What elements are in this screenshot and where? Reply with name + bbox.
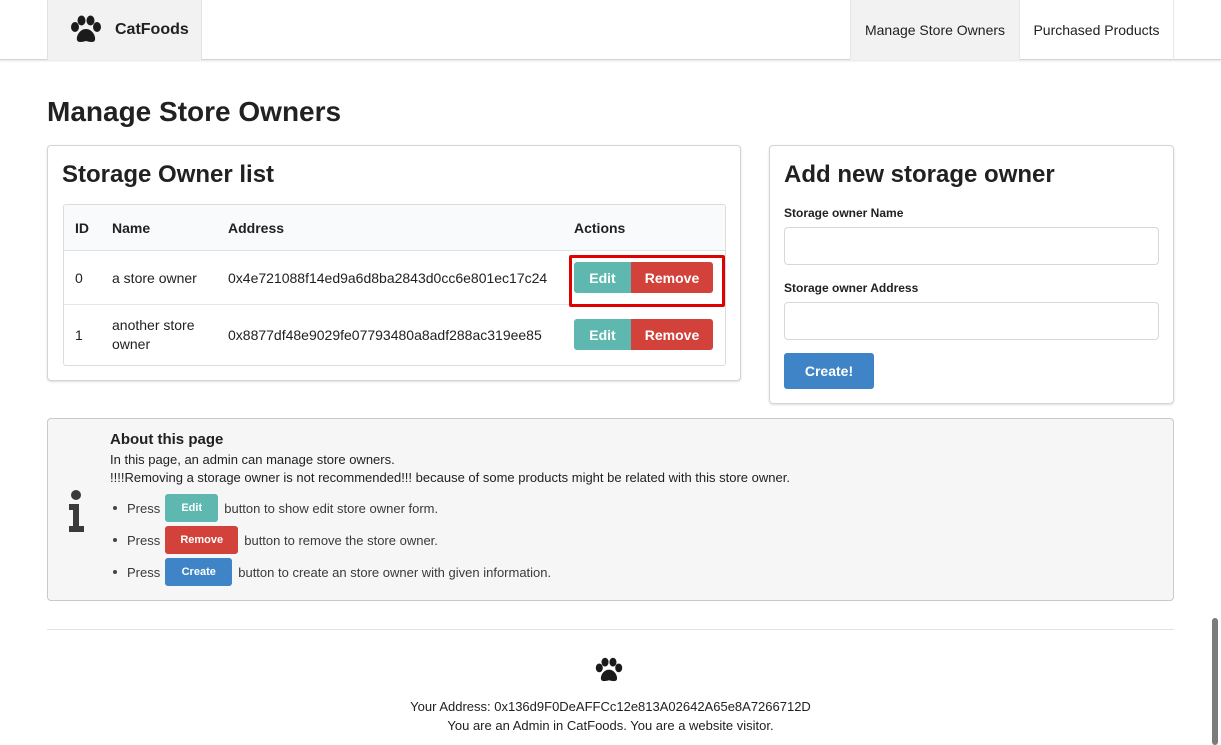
- row-address: 0x8877df48e9029fe07793480a8adf288ac319ee…: [228, 327, 542, 343]
- row-name: a store owner: [112, 269, 197, 286]
- bullet-text: button to create an store owner with giv…: [238, 564, 552, 580]
- add-owner-panel: Add new storage owner Storage owner Name…: [769, 145, 1174, 404]
- top-menu: CatFoods Manage Store Owners Purchased P…: [0, 0, 1221, 60]
- list-item: Press Remove button to remove the store …: [110, 525, 438, 555]
- owner-list-title: Storage Owner list: [62, 161, 275, 188]
- highlight-box: [569, 255, 725, 307]
- column-header-name: Name: [112, 220, 151, 236]
- row-name: another store owner: [112, 317, 195, 352]
- nav-manage-store-owners[interactable]: Manage Store Owners: [850, 0, 1019, 60]
- column-header-address: Address: [228, 220, 285, 236]
- bullet-icon: [113, 570, 117, 574]
- owner-address-input[interactable]: [784, 302, 1159, 340]
- owner-name-input[interactable]: [784, 227, 1159, 265]
- bullet-text: button to remove the store owner.: [244, 532, 438, 548]
- table-row: 1 another store owner 0x8877df48e9029fe0…: [64, 305, 725, 365]
- table-header: ID Name Address Actions: [64, 205, 725, 251]
- page-title: Manage Store Owners: [47, 96, 342, 127]
- bullet-icon: [113, 538, 117, 542]
- column-header-actions: Actions: [574, 220, 626, 236]
- press-text: Press: [127, 500, 161, 516]
- list-item: Press Edit button to show edit store own…: [110, 493, 438, 523]
- nav-purchased-products[interactable]: Purchased Products: [1019, 0, 1174, 60]
- edit-sample-button: Edit: [165, 494, 219, 522]
- row-id: 1: [75, 327, 83, 343]
- about-warning: !!!!Removing a storage owner is not reco…: [110, 470, 790, 485]
- add-owner-title: Add new storage owner: [784, 161, 1055, 188]
- create-sample-button: Create: [165, 558, 233, 586]
- brand-name: CatFoods: [115, 21, 189, 38]
- owner-address-label: Storage owner Address: [784, 281, 919, 295]
- paw-icon: [595, 657, 623, 682]
- column-header-id: ID: [75, 220, 89, 236]
- about-header: About this page: [110, 431, 224, 448]
- create-button[interactable]: Create!: [784, 353, 874, 389]
- row-id: 0: [75, 269, 83, 286]
- row-actions: Edit Remove: [574, 319, 713, 350]
- remove-button[interactable]: Remove: [631, 319, 713, 350]
- about-message: About this page In this page, an admin c…: [47, 418, 1174, 601]
- bullet-text: button to show edit store owner form.: [224, 500, 439, 516]
- bullet-icon: [113, 506, 117, 510]
- press-text: Press: [127, 564, 161, 580]
- scrollbar-thumb[interactable]: [1212, 618, 1218, 745]
- remove-sample-button: Remove: [165, 526, 239, 554]
- owner-name-label: Storage owner Name: [784, 206, 904, 220]
- list-item: Press Create button to create an store o…: [110, 557, 551, 587]
- brand-link[interactable]: CatFoods: [47, 0, 202, 60]
- about-description: In this page, an admin can manage store …: [110, 452, 395, 467]
- paw-icon: [71, 15, 101, 42]
- info-icon: [69, 490, 84, 532]
- edit-button[interactable]: Edit: [574, 319, 631, 350]
- footer-role: You are an Admin in CatFoods. You are a …: [447, 718, 774, 733]
- row-address: 0x4e721088f14ed9a6d8ba2843d0cc6e801ec17c…: [228, 269, 548, 286]
- footer-address: Your Address: 0x136d9F0DeAFFCc12e813A026…: [410, 699, 811, 714]
- press-text: Press: [127, 532, 161, 548]
- footer-divider: [47, 629, 1174, 630]
